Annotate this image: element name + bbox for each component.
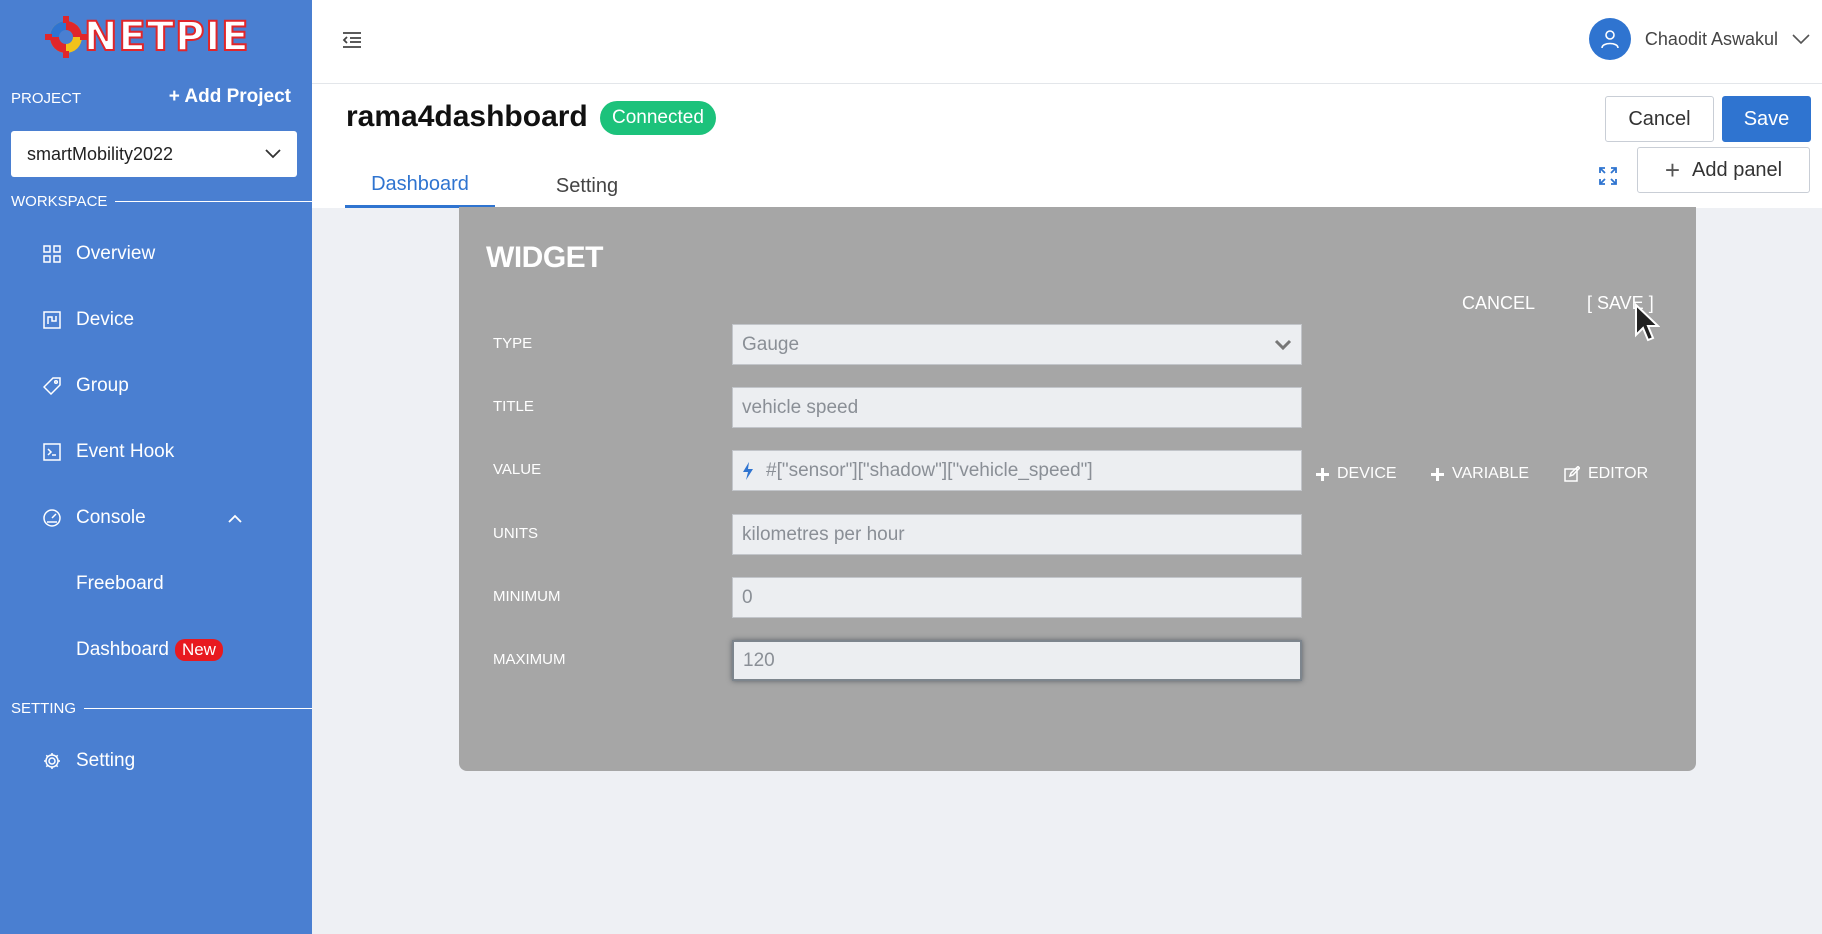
sidebar-item-event-hook[interactable]: Event Hook	[42, 432, 282, 472]
avatar	[1588, 18, 1631, 60]
lightning-icon	[742, 461, 754, 480]
sidebar-item-label: Dashboard	[76, 639, 169, 660]
units-label: UNITS	[493, 525, 538, 542]
chevron-down-icon	[1792, 33, 1810, 44]
units-input-value: kilometres per hour	[742, 523, 905, 545]
sidebar: NETPIE PROJECT + Add Project smartMobili…	[0, 0, 312, 934]
gear-logo-icon	[45, 16, 87, 58]
gauge-icon	[42, 508, 62, 528]
widget-dialog-title: WIDGET	[486, 241, 604, 274]
divider	[115, 201, 312, 202]
sidebar-item-setting[interactable]: Setting	[42, 741, 282, 781]
plus-icon: +	[1664, 154, 1681, 185]
project-select[interactable]: smartMobility2022	[11, 131, 297, 177]
workspace-label: WORKSPACE	[11, 193, 108, 210]
minimum-input[interactable]: 0	[732, 577, 1302, 618]
widget-cancel-button[interactable]: CANCEL	[1462, 293, 1535, 314]
gear-icon	[42, 751, 62, 771]
widget-dialog: WIDGET CANCEL [ SAVE ] TYPE Gauge TITLE …	[459, 207, 1696, 771]
sidebar-item-label: Overview	[76, 243, 156, 264]
user-icon	[1601, 30, 1619, 49]
sidebar-item-dashboard[interactable]: Dashboard New	[76, 630, 223, 670]
plus-icon	[1431, 467, 1444, 481]
sidebar-item-device[interactable]: Device	[42, 300, 282, 340]
value-input[interactable]: #["sensor"]["shadow"]["vehicle_speed"]	[732, 450, 1302, 491]
add-variable-label: VARIABLE	[1452, 465, 1530, 482]
type-label: TYPE	[493, 335, 533, 352]
units-input[interactable]: kilometres per hour	[732, 514, 1302, 555]
mouse-cursor-icon	[1635, 303, 1660, 342]
sidebar-item-overview[interactable]: Overview	[42, 234, 282, 274]
fullscreen-icon[interactable]	[1588, 156, 1628, 196]
page-title: rama4dashboard	[346, 100, 588, 133]
menu-collapse-icon[interactable]	[340, 28, 364, 52]
add-device-label: DEVICE	[1337, 465, 1397, 482]
editor-button[interactable]: EDITOR	[1564, 465, 1648, 483]
add-project-button[interactable]: + Add Project	[169, 86, 291, 108]
logo-text: NETPIE	[83, 13, 250, 61]
chevron-up-icon	[228, 514, 242, 523]
dashboard-header: rama4dashboard Connected Cancel Save Das…	[312, 84, 1822, 208]
add-panel-label: Add panel	[1692, 158, 1783, 181]
sidebar-item-group[interactable]: Group	[42, 366, 282, 406]
value-label: VALUE	[493, 461, 542, 478]
top-bar: Chaodit Aswakul	[312, 0, 1822, 84]
maximum-input-value: 120	[743, 649, 775, 671]
sidebar-item-label: Freeboard	[76, 573, 164, 594]
add-variable-button[interactable]: VARIABLE	[1431, 465, 1529, 483]
chevron-down-icon	[1274, 339, 1292, 350]
add-device-button[interactable]: DEVICE	[1316, 465, 1397, 483]
tab-dashboard[interactable]: Dashboard	[345, 164, 495, 208]
sidebar-item-label: Event Hook	[76, 441, 175, 462]
minimum-input-value: 0	[742, 586, 753, 608]
tag-icon	[42, 376, 62, 396]
sidebar-item-console[interactable]: Console	[42, 498, 282, 538]
netpie-logo[interactable]: NETPIE	[44, 12, 264, 62]
add-panel-button[interactable]: + Add panel	[1637, 147, 1810, 193]
setting-label: SETTING	[11, 700, 77, 717]
cancel-button[interactable]: Cancel	[1605, 96, 1714, 142]
maximum-input[interactable]: 120	[732, 640, 1302, 681]
maximum-label: MAXIMUM	[493, 651, 566, 668]
device-icon	[42, 310, 62, 330]
sidebar-item-freeboard[interactable]: Freeboard	[76, 564, 164, 604]
sidebar-item-label: Device	[76, 309, 135, 330]
type-select-value: Gauge	[742, 333, 800, 355]
divider	[84, 708, 312, 709]
chevron-down-icon	[265, 149, 281, 159]
user-menu[interactable]: Chaodit Aswakul	[1588, 18, 1810, 60]
value-input-value: #["sensor"]["shadow"]["vehicle_speed"]	[766, 459, 1093, 481]
setting-section-label: SETTING	[11, 700, 312, 717]
title-input-value: vehicle speed	[742, 396, 859, 418]
status-badge: Connected	[600, 101, 716, 135]
edit-icon	[1564, 466, 1580, 482]
project-label: PROJECT	[11, 90, 82, 107]
plus-icon	[1316, 467, 1329, 481]
new-badge: New	[174, 639, 223, 661]
sidebar-item-label: Setting	[76, 750, 136, 771]
sidebar-item-label: Group	[76, 375, 129, 396]
tab-setting[interactable]: Setting	[522, 164, 652, 208]
title-input[interactable]: vehicle speed	[732, 387, 1302, 428]
editor-label: EDITOR	[1588, 465, 1649, 482]
sidebar-item-label: Console	[76, 507, 146, 528]
project-select-value: smartMobility2022	[27, 143, 174, 164]
terminal-icon	[42, 442, 62, 462]
type-select[interactable]: Gauge	[732, 324, 1302, 365]
user-name: Chaodit Aswakul	[1644, 28, 1778, 49]
grid-icon	[42, 244, 62, 264]
save-button[interactable]: Save	[1722, 96, 1811, 142]
minimum-label: MINIMUM	[493, 588, 561, 605]
title-label: TITLE	[493, 398, 534, 415]
workspace-section-label: WORKSPACE	[11, 193, 312, 210]
